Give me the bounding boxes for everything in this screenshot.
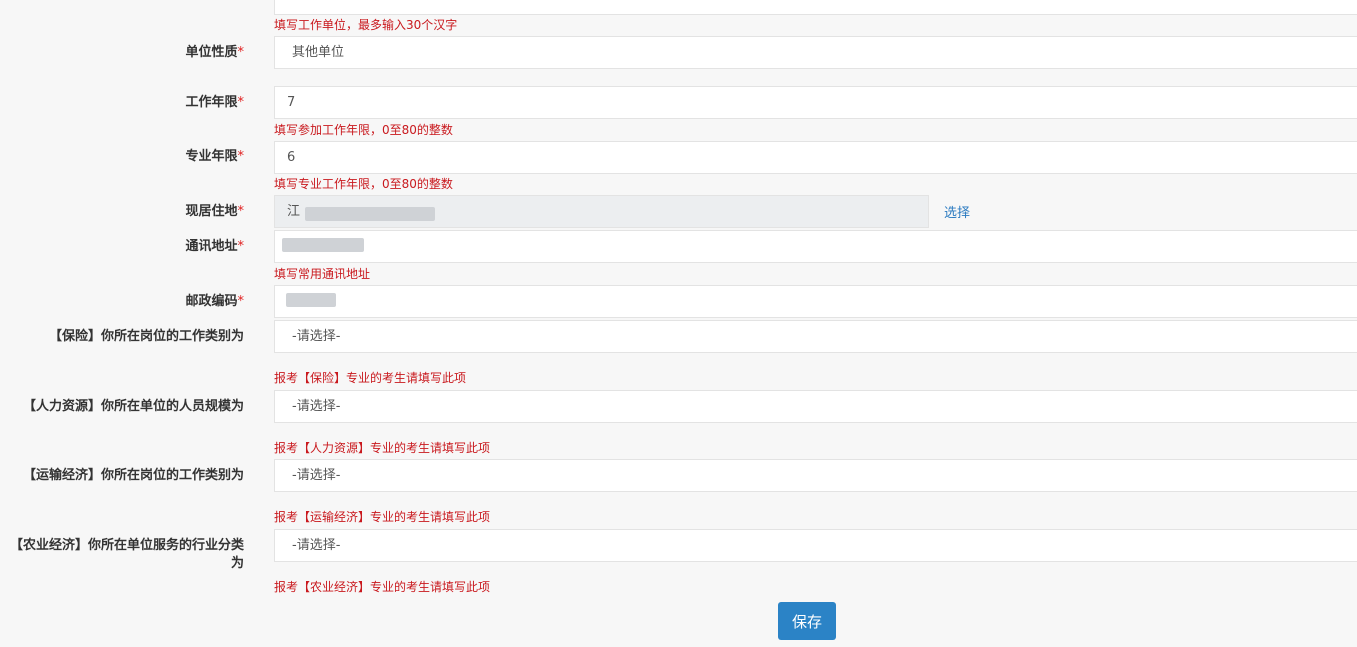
insurance-select[interactable]: -请选择- bbox=[274, 320, 1357, 353]
redacted-postcode bbox=[286, 293, 336, 307]
residence-select-link[interactable]: 选择 bbox=[944, 202, 970, 221]
redacted-address bbox=[282, 238, 364, 252]
hr-hint: 报考【人力资源】专业的考生请填写此项 bbox=[274, 441, 491, 455]
residence-label: 现居住地* bbox=[185, 204, 244, 219]
work-years-hint: 填写参加工作年限，0至80的整数 bbox=[274, 123, 453, 137]
unit-type-label: 单位性质* bbox=[185, 45, 244, 60]
hr-label: 【人力资源】你所在单位的人员规模为 bbox=[22, 399, 244, 414]
work-years-input[interactable]: 7 bbox=[274, 86, 1357, 119]
address-hint: 填写常用通讯地址 bbox=[274, 267, 371, 281]
agri-label: 【农业经济】你所在单位服务的行业分类为 bbox=[9, 538, 244, 571]
postcode-label: 邮政编码* bbox=[185, 294, 244, 309]
unit-type-select[interactable]: 其他单位 bbox=[274, 36, 1357, 69]
address-input[interactable] bbox=[274, 230, 1357, 263]
pro-years-label: 专业年限* bbox=[185, 149, 244, 164]
work-unit-hint: 填写工作单位，最多输入30个汉字 bbox=[274, 18, 458, 32]
hr-select[interactable]: -请选择- bbox=[274, 390, 1357, 423]
work-unit-field[interactable] bbox=[274, 0, 1357, 15]
transport-label: 【运输经济】你所在岗位的工作类别为 bbox=[22, 468, 244, 483]
work-years-label: 工作年限* bbox=[185, 95, 244, 110]
transport-hint: 报考【运输经济】专业的考生请填写此项 bbox=[274, 510, 491, 524]
save-button[interactable]: 保存 bbox=[778, 602, 836, 640]
transport-select[interactable]: -请选择- bbox=[274, 459, 1357, 492]
insurance-label: 【保险】你所在岗位的工作类别为 bbox=[48, 329, 244, 344]
redacted-residence bbox=[305, 207, 435, 221]
agri-select[interactable]: -请选择- bbox=[274, 529, 1357, 562]
pro-years-input[interactable]: 6 bbox=[274, 141, 1357, 174]
address-label: 通讯地址* bbox=[185, 239, 244, 254]
agri-hint: 报考【农业经济】专业的考生请填写此项 bbox=[274, 580, 491, 594]
insurance-hint: 报考【保险】专业的考生请填写此项 bbox=[274, 371, 467, 385]
postcode-input[interactable] bbox=[274, 285, 1357, 318]
pro-years-hint: 填写专业工作年限，0至80的整数 bbox=[274, 177, 453, 191]
